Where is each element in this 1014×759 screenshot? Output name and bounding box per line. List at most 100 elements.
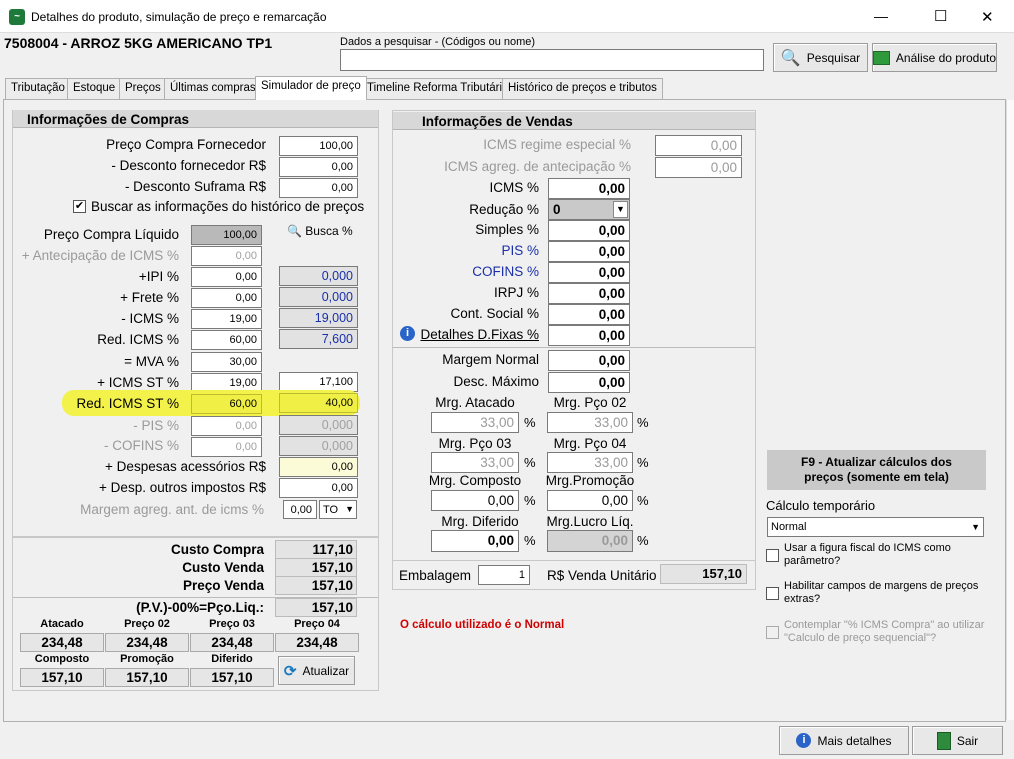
mais-detalhes-button[interactable]: i Mais detalhes: [779, 726, 909, 755]
mrg-composto-input[interactable]: 0,00: [431, 490, 519, 511]
icms-st-calc[interactable]: 17,100: [279, 372, 358, 392]
calc-message: O cálculo utilizado é o Normal: [400, 619, 565, 631]
refresh-icon: ⟳: [283, 662, 297, 680]
cont-social-label: Cont. Social %: [450, 306, 539, 321]
red-icms-input[interactable]: 60,00: [191, 330, 262, 350]
mrg-diferido-input[interactable]: 0,00: [431, 530, 519, 552]
margem-agreg-label: Margem agreg. ant. de icms %: [80, 502, 264, 517]
antecipacao-icms-input[interactable]: 0,00: [191, 246, 262, 266]
tab-tributacao[interactable]: Tributação: [5, 78, 71, 99]
pis-compra-input[interactable]: 0,00: [191, 416, 262, 436]
diferido-label: Diferido: [211, 653, 253, 665]
tab-estoque[interactable]: Estoque: [67, 78, 122, 99]
buscar-historico-checkbox[interactable]: ✔: [73, 200, 86, 213]
icms-regime-input[interactable]: 0,00: [655, 135, 742, 156]
margem-normal-input[interactable]: 0,00: [548, 350, 630, 371]
icms-compra-input[interactable]: 19,00: [191, 309, 262, 329]
calc-temp-value: Normal: [771, 521, 807, 533]
frete-input[interactable]: 0,00: [191, 288, 262, 308]
desp-outros-impostos-label: + Desp. outros impostos R$: [99, 480, 266, 495]
mva-input[interactable]: 30,00: [191, 352, 262, 372]
mrg-pco04-label: Mrg. Pço 04: [553, 436, 627, 451]
desc-maximo-input[interactable]: 0,00: [548, 372, 630, 393]
opt3-checkbox[interactable]: [766, 626, 779, 639]
tab-ultimas-compras[interactable]: Últimas compras: [164, 78, 262, 99]
mrg-composto-label: Mrg. Composto: [428, 473, 522, 488]
custo-compra-value: 117,10: [275, 540, 357, 559]
info-icon: i: [400, 326, 415, 341]
mrg-promocao-input[interactable]: 0,00: [547, 490, 633, 511]
mrg-atacado-input[interactable]: 33,00: [431, 412, 519, 433]
cofins-compra-calc: 0,000: [279, 436, 358, 456]
desconto-suframa-label: - Desconto Suframa R$: [124, 179, 266, 194]
minimize-button[interactable]: —: [874, 8, 888, 24]
calc-temp-select[interactable]: Normal ▼: [767, 517, 984, 537]
mrg-diferido-label: Mrg. Diferido: [441, 514, 519, 529]
tab-precos[interactable]: Preços: [119, 78, 167, 99]
custo-compra-label: Custo Compra: [170, 542, 264, 557]
detalhes-dfixas-input[interactable]: 0,00: [548, 325, 630, 346]
preco-venda-value: 157,10: [275, 576, 357, 595]
red-icms-st-input[interactable]: 60,00: [191, 394, 262, 414]
tab-timeline[interactable]: Timeline Reforma Tributária: [361, 78, 515, 99]
preco-compra-fornecedor-input[interactable]: 100,00: [279, 136, 358, 156]
embalagem-input[interactable]: 1: [478, 565, 530, 585]
detalhes-dfixas-link[interactable]: Detalhes D.Fixas %: [420, 327, 539, 342]
simples-input[interactable]: 0,00: [548, 220, 630, 241]
antecipacao-icms-label: + Antecipação de ICMS %: [21, 248, 179, 263]
busca-pct-link[interactable]: 🔍 Busca %: [287, 224, 353, 238]
mrg-pco02-input[interactable]: 33,00: [547, 412, 633, 433]
search-button[interactable]: 🔍 Pesquisar: [773, 43, 868, 72]
venda-unitario-value: 157,10: [660, 564, 747, 584]
icms-regime-label: ICMS regime especial %: [483, 137, 631, 152]
irpj-input[interactable]: 0,00: [548, 283, 630, 304]
ipi-label: +IPI %: [138, 269, 179, 284]
pis-compra-label: - PIS %: [133, 418, 179, 433]
cont-social-input[interactable]: 0,00: [548, 304, 630, 325]
analysis-button[interactable]: Análise do produto: [872, 43, 997, 72]
tab-simulador[interactable]: Simulador de preço: [255, 76, 367, 100]
desconto-fornecedor-input[interactable]: 0,00: [279, 157, 358, 177]
f9-button[interactable]: F9 - Atualizar cálculos dos preços (some…: [767, 450, 986, 490]
desp-outros-impostos-input[interactable]: 0,00: [279, 478, 358, 498]
icms-venda-input[interactable]: 0,00: [548, 178, 630, 199]
preco-compra-liquido-label: Preço Compra Líquido: [43, 227, 179, 242]
opt2-label: Habilitar campos de margens de preços ex…: [784, 580, 979, 605]
cofins-venda-label: COFINS %: [472, 264, 539, 279]
reducao-select[interactable]: 0 ▼: [548, 199, 630, 220]
ipi-input[interactable]: 0,00: [191, 267, 262, 287]
search-label: Dados a pesquisar - (Códigos ou nome): [340, 36, 536, 48]
icms-agreg-input[interactable]: 0,00: [655, 157, 742, 178]
mrg-composto-pct: %: [524, 493, 536, 508]
atualizar-button[interactable]: ⟳ Atualizar: [278, 656, 355, 685]
sair-button[interactable]: Sair: [912, 726, 1003, 755]
pis-venda-input[interactable]: 0,00: [548, 241, 630, 262]
preco-compra-fornecedor-label: Preço Compra Fornecedor: [106, 137, 266, 152]
cofins-compra-input[interactable]: 0,00: [191, 437, 262, 457]
promocao-value: 157,10: [105, 668, 189, 687]
margem-agreg-input[interactable]: 0,00: [283, 500, 317, 519]
mrg-pco04-input[interactable]: 33,00: [547, 452, 633, 473]
promocao-label: Promoção: [120, 653, 174, 665]
mrg-pco03-input[interactable]: 33,00: [431, 452, 519, 473]
custo-venda-value: 157,10: [275, 558, 357, 577]
red-icms-st-calc[interactable]: 40,00: [279, 393, 358, 413]
mrg-pco02-label: Mrg. Pço 02: [553, 395, 627, 410]
search-input[interactable]: [340, 49, 764, 71]
opt1-checkbox[interactable]: [766, 549, 779, 562]
magnifier-icon: 🔍: [287, 224, 302, 238]
custo-venda-label: Custo Venda: [182, 560, 264, 575]
close-button[interactable]: ✕: [981, 8, 994, 26]
despesas-acessorias-input[interactable]: 0,00: [279, 457, 358, 477]
opt1-label: Usar a figura fiscal do ICMS como parâme…: [784, 542, 951, 567]
opt2-checkbox[interactable]: [766, 587, 779, 600]
tab-historico[interactable]: Histórico de preços e tributos: [502, 78, 663, 99]
chevron-down-icon: ▼: [971, 522, 980, 532]
maximize-button[interactable]: ☐: [934, 7, 947, 25]
mrg-pco03-pct: %: [524, 455, 536, 470]
margem-agreg-select[interactable]: TO ▼: [319, 500, 357, 519]
desconto-suframa-input[interactable]: 0,00: [279, 178, 358, 198]
mrg-promocao-label: Mrg.Promoção: [545, 473, 635, 488]
preco-compra-liquido-value: 100,00: [191, 225, 262, 245]
cofins-venda-input[interactable]: 0,00: [548, 262, 630, 283]
